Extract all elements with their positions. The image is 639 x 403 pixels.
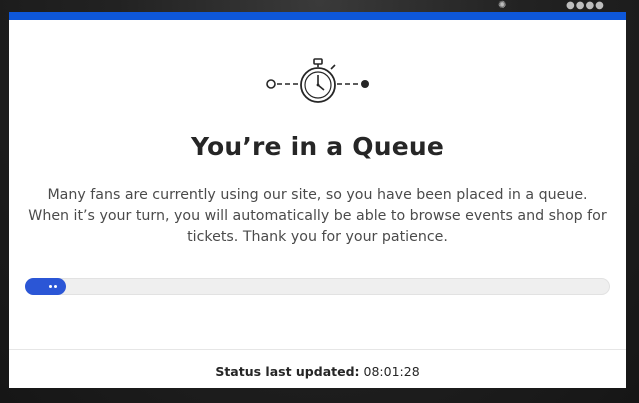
queue-modal: You’re in a Queue Many fans are currentl… (9, 12, 626, 388)
end-dot-icon (360, 80, 369, 88)
stopwatch-svg (265, 58, 369, 103)
queue-progress-fill (25, 278, 66, 295)
stopwatch-timeline-icon (9, 56, 626, 108)
status-footer: Status last updated: 08:01:28 (9, 349, 626, 388)
queue-message: Many fans are currently using our site, … (28, 187, 607, 245)
queue-title: You’re in a Queue (190, 132, 445, 161)
progress-dot-icon (54, 285, 57, 288)
progress-dot-icon (49, 285, 52, 288)
stopwatch-icon (299, 58, 336, 103)
status-label: Status last updated: (215, 364, 360, 379)
queue-progress-bar (25, 278, 610, 295)
status-time: 08:01:28 (363, 364, 420, 379)
start-dot-icon (265, 79, 276, 89)
